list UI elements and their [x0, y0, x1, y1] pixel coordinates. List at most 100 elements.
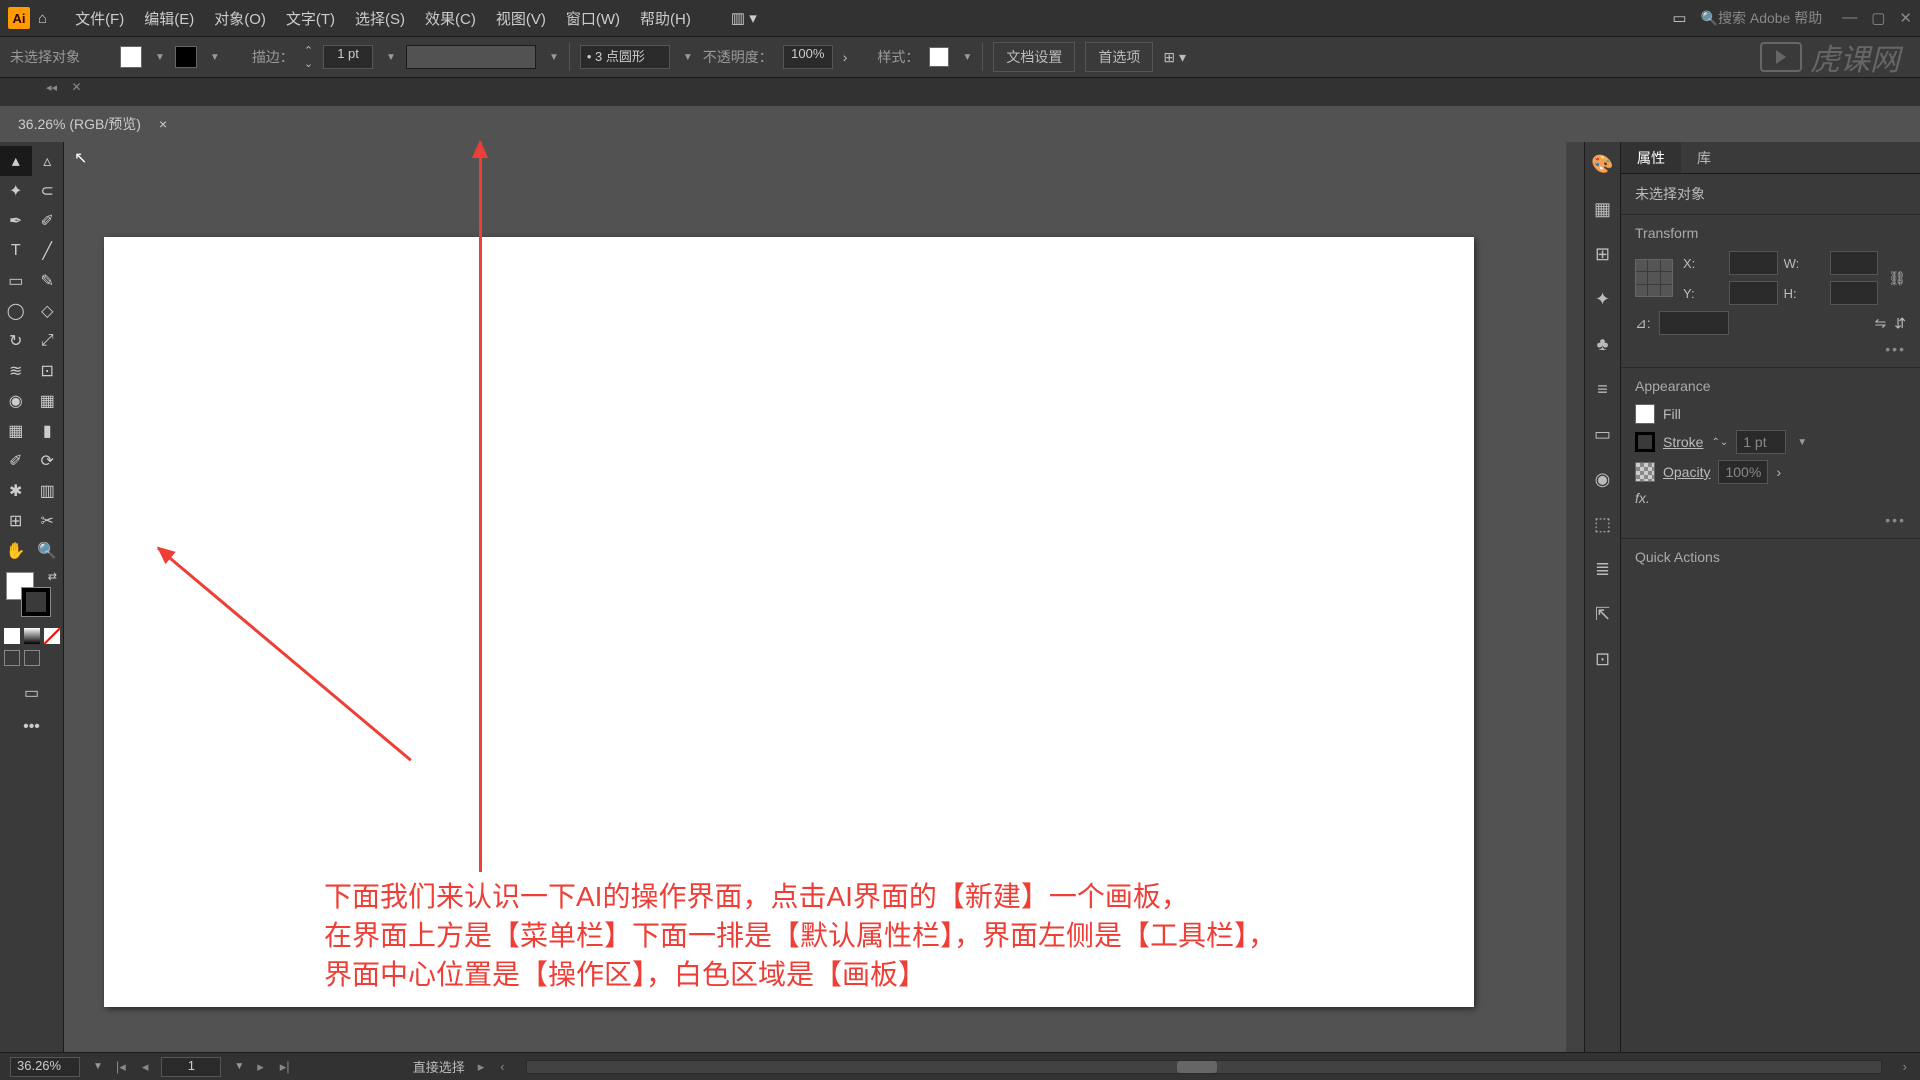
panel-stroke-swatch[interactable] — [1635, 432, 1655, 452]
reference-point[interactable] — [1635, 259, 1673, 297]
color-panel-icon[interactable]: 🎨 — [1591, 154, 1613, 175]
w-input[interactable] — [1830, 251, 1879, 275]
scale-tool[interactable]: ⤢ — [32, 326, 64, 356]
stroke-stepper-icon[interactable]: ⌃⌄ — [304, 44, 313, 70]
asset-export-panel-icon[interactable]: ⇱ — [1595, 604, 1610, 625]
edit-toolbar-icon[interactable]: ••• — [0, 718, 63, 736]
perspective-tool[interactable]: ▦ — [32, 386, 64, 416]
y-input[interactable] — [1729, 281, 1778, 305]
angle-input[interactable] — [1659, 311, 1729, 335]
type-tool[interactable]: T — [0, 236, 32, 266]
shape-builder-tool[interactable]: ◉ — [0, 386, 32, 416]
paintbrush-tool[interactable]: ✎ — [32, 266, 64, 296]
lasso-tool[interactable]: ⊂ — [32, 176, 64, 206]
panel-opacity-swatch[interactable] — [1635, 462, 1655, 482]
panel-fill-swatch[interactable] — [1635, 404, 1655, 424]
opacity-more-icon[interactable]: › — [1776, 464, 1781, 480]
stroke-panel-icon[interactable]: ♣ — [1597, 334, 1609, 355]
screen-mode-icon[interactable]: ▭ — [16, 678, 48, 708]
transparency-panel-icon[interactable]: ▭ — [1594, 424, 1611, 445]
magic-wand-tool[interactable]: ✦ — [0, 176, 32, 206]
stroke-dropdown-icon[interactable]: ▼ — [210, 52, 220, 63]
preferences-button[interactable]: 首选项 — [1085, 42, 1153, 72]
stroke-swatch[interactable] — [175, 46, 197, 68]
rotate-tool[interactable]: ↻ — [0, 326, 32, 356]
draw-behind-icon[interactable] — [24, 650, 40, 666]
fill-dropdown-icon[interactable]: ▼ — [155, 52, 165, 63]
width-tool[interactable]: ≋ — [0, 356, 32, 386]
swap-colors-icon[interactable]: ⇄ — [48, 570, 57, 583]
gradient-tool[interactable]: ▮ — [32, 416, 64, 446]
tab-close-icon[interactable]: × — [159, 116, 167, 132]
panel-stroke-input[interactable]: 1 pt — [1736, 430, 1786, 454]
mesh-tool[interactable]: ▦ — [0, 416, 32, 446]
direct-selection-tool[interactable]: ▵ — [32, 146, 64, 176]
layers-panel-icon[interactable]: ≣ — [1595, 559, 1610, 580]
menu-view[interactable]: 视图(V) — [486, 8, 556, 29]
last-artboard-icon[interactable]: ▸| — [277, 1059, 293, 1075]
arrange-docs-icon[interactable]: ▭ — [1672, 9, 1686, 27]
brush-preset[interactable]: • 3 点圆形 — [580, 45, 670, 69]
canvas-area[interactable]: ↖ 下面我们来认识一下AI的操作界面，点击AI界面的【新建】一个画板， 在界面上… — [64, 142, 1566, 1052]
artboard-number-input[interactable]: 1 — [161, 1057, 221, 1077]
opacity-input[interactable]: 100% — [783, 45, 833, 69]
flip-h-icon[interactable]: ⇋ — [1875, 315, 1887, 332]
zoom-level-input[interactable]: 36.26% — [10, 1057, 80, 1077]
color-mode-icon[interactable] — [4, 628, 20, 644]
eraser-tool[interactable]: ◇ — [32, 296, 64, 326]
menu-object[interactable]: 对象(O) — [204, 8, 276, 29]
first-artboard-icon[interactable]: |◂ — [113, 1059, 129, 1075]
document-setup-button[interactable]: 文档设置 — [993, 42, 1075, 72]
appearance-more-icon[interactable]: ••• — [1635, 512, 1906, 528]
menu-window[interactable]: 窗口(W) — [556, 8, 630, 29]
color-controls[interactable]: ⇄ — [0, 566, 63, 626]
artboards-panel-icon[interactable]: ⊡ — [1595, 649, 1610, 670]
line-tool[interactable]: ╱ — [32, 236, 64, 266]
maximize-icon[interactable]: ▢ — [1871, 9, 1885, 27]
align-icon[interactable]: ⊞ ▾ — [1163, 49, 1186, 66]
transform-more-icon[interactable]: ••• — [1635, 341, 1906, 357]
draw-normal-icon[interactable] — [4, 650, 20, 666]
graphic-styles-panel-icon[interactable]: ⬚ — [1594, 514, 1611, 535]
symbol-sprayer-tool[interactable]: ✱ — [0, 476, 32, 506]
fx-label[interactable]: fx. — [1635, 490, 1650, 506]
align-panel-icon[interactable]: ≡ — [1597, 379, 1608, 400]
blend-tool[interactable]: ⟳ — [32, 446, 64, 476]
link-wh-icon[interactable]: ⛓ — [1888, 270, 1906, 287]
status-play-icon[interactable]: ▸ — [475, 1059, 488, 1075]
vertical-scrollbar[interactable] — [1566, 142, 1584, 1052]
variable-width-profile[interactable] — [406, 45, 536, 69]
prev-artboard-icon[interactable]: ◂ — [139, 1059, 152, 1075]
home-icon[interactable]: ⌂ — [38, 10, 47, 27]
rectangle-tool[interactable]: ▭ — [0, 266, 32, 296]
appearance-panel-icon[interactable]: ◉ — [1595, 469, 1611, 490]
stroke-weight-input[interactable]: 1 pt — [323, 45, 373, 69]
hand-tool[interactable]: ✋ — [0, 536, 32, 566]
artboard-tool[interactable]: ⊞ — [0, 506, 32, 536]
menu-type[interactable]: 文字(T) — [276, 8, 345, 29]
brushes-panel-icon[interactable]: ⊞ — [1595, 244, 1610, 265]
help-search[interactable]: 🔍 搜索 Adobe 帮助 — [1701, 8, 1823, 28]
tab-properties[interactable]: 属性 — [1621, 142, 1681, 173]
menu-edit[interactable]: 编辑(E) — [134, 8, 204, 29]
fill-swatch[interactable] — [120, 46, 142, 68]
menu-file[interactable]: 文件(F) — [65, 8, 134, 29]
tab-libraries[interactable]: 库 — [1681, 142, 1727, 173]
stroke-stepper[interactable]: ⌃⌄ — [1711, 437, 1728, 448]
slice-tool[interactable]: ✂ — [32, 506, 64, 536]
swatches-panel-icon[interactable]: ▦ — [1594, 199, 1611, 220]
document-tab[interactable]: 36.26% (RGB/预览) × — [0, 106, 1920, 142]
close-icon[interactable]: ✕ — [1899, 9, 1912, 27]
pen-tool[interactable]: ✒ — [0, 206, 32, 236]
free-transform-tool[interactable]: ⊡ — [32, 356, 64, 386]
menu-effect[interactable]: 效果(C) — [415, 8, 486, 29]
menu-select[interactable]: 选择(S) — [345, 8, 415, 29]
zoom-tool[interactable]: 🔍 — [32, 536, 64, 566]
gradient-mode-icon[interactable] — [24, 628, 40, 644]
shaper-tool[interactable]: ◯ — [0, 296, 32, 326]
graphic-style-swatch[interactable] — [929, 47, 949, 67]
stroke-color[interactable] — [22, 588, 50, 616]
workspace-switcher-icon[interactable]: ▥ ▾ — [731, 9, 757, 27]
horizontal-scrollbar[interactable] — [526, 1060, 1882, 1074]
eyedropper-tool[interactable]: ✐ — [0, 446, 32, 476]
